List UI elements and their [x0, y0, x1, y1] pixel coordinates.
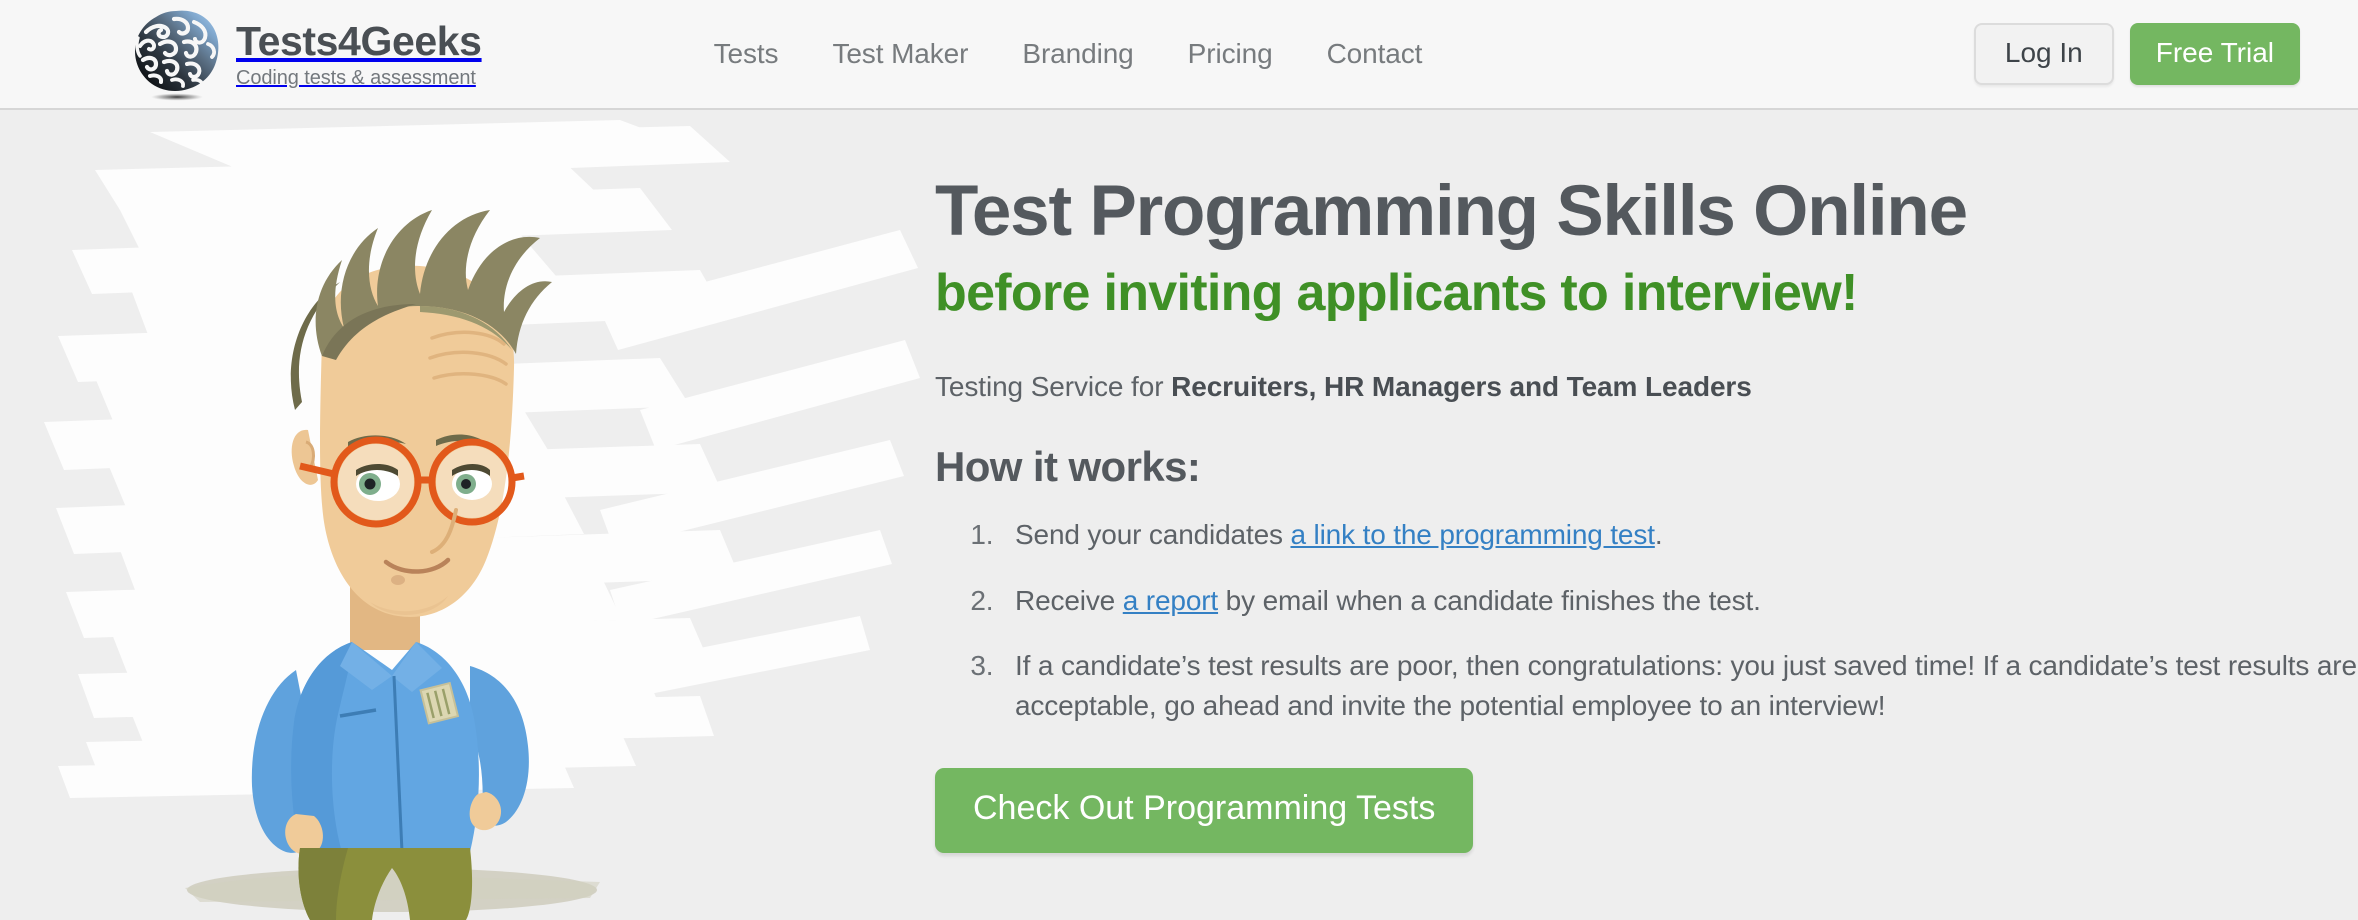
service-prefix: Testing Service for	[935, 370, 1172, 402]
step-item: Send your candidates a link to the progr…	[1001, 515, 2358, 555]
hero-content: Test Programming Skills Online before in…	[935, 110, 2358, 920]
nav-item-test-maker[interactable]: Test Maker	[805, 28, 995, 80]
main-navigation: Tests Test Maker Branding Pricing Contac…	[687, 28, 1450, 80]
how-it-works-steps: Send your candidates a link to the progr…	[935, 515, 2358, 726]
step-text-after: by email when a candidate finishes the t…	[1218, 584, 1761, 616]
brand-tagline: Coding tests & assessment	[236, 67, 476, 90]
login-button[interactable]: Log In	[1973, 22, 2114, 86]
nav-item-contact[interactable]: Contact	[1300, 28, 1450, 80]
hero-section: Test Programming Skills Online before in…	[0, 110, 2358, 920]
step-text-before: Receive	[1015, 584, 1123, 616]
nav-item-branding[interactable]: Branding	[995, 28, 1160, 80]
step-text-before: If a candidate’s test results are poor, …	[1015, 650, 2357, 722]
brand-logo-link[interactable]: Tests4Geeks Coding tests & assessment	[130, 6, 482, 102]
hero-illustration	[0, 110, 935, 920]
step-text-after: .	[1654, 518, 1663, 550]
free-trial-button[interactable]: Free Trial	[2129, 22, 2300, 86]
brand-title: Tests4Geeks	[236, 17, 482, 64]
hero-service-line: Testing Service for Recruiters, HR Manag…	[935, 371, 2358, 403]
step-item: Receive a report by email when a candida…	[1001, 581, 2358, 621]
hero-subtitle: before inviting applicants to interview!	[935, 263, 1858, 322]
step-text-before: Send your candidates	[1015, 518, 1291, 550]
how-it-works-heading: How it works:	[935, 442, 1201, 490]
step-item: If a candidate’s test results are poor, …	[1001, 646, 2358, 726]
brain-icon	[130, 6, 222, 102]
report-link[interactable]: a report	[1123, 585, 1218, 616]
programming-test-link[interactable]: a link to the programming test	[1290, 519, 1654, 550]
hero-title: Test Programming Skills Online	[935, 172, 1968, 251]
service-audience: Recruiters, HR Managers and Team Leaders	[1171, 370, 1752, 402]
nav-item-tests[interactable]: Tests	[687, 28, 806, 80]
site-header: Tests4Geeks Coding tests & assessment Te…	[0, 0, 2358, 110]
check-out-tests-button[interactable]: Check Out Programming Tests	[935, 767, 1474, 854]
nav-item-pricing[interactable]: Pricing	[1161, 28, 1300, 80]
header-actions: Log In Free Trial	[1973, 22, 2300, 86]
